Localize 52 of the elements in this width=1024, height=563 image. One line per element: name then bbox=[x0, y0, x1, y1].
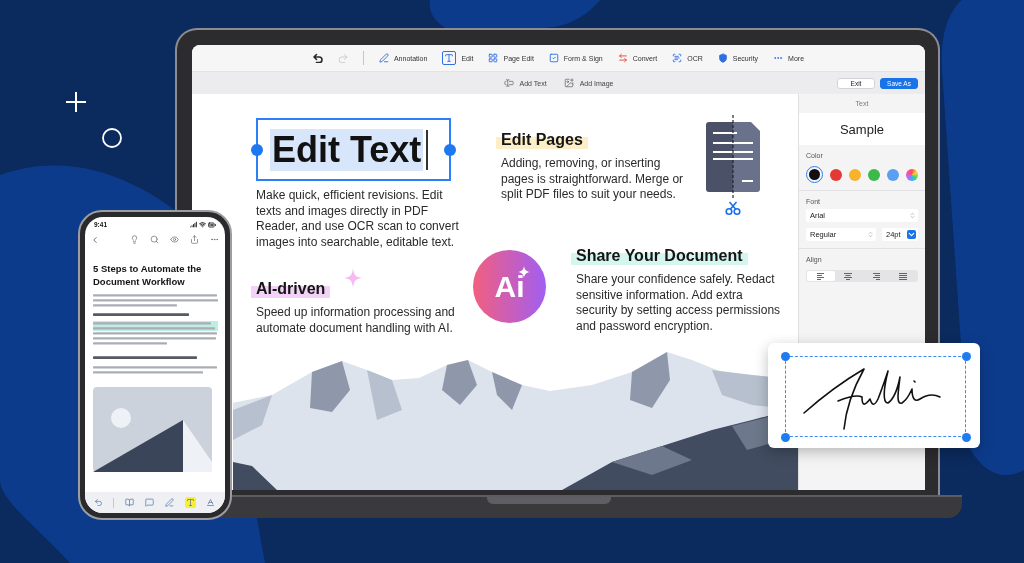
selection-handle[interactable] bbox=[961, 432, 971, 442]
battery-icon bbox=[208, 220, 216, 229]
text-field-icon bbox=[503, 78, 514, 88]
color-swatch-icon[interactable] bbox=[849, 168, 861, 181]
plus-icon bbox=[66, 92, 86, 112]
document-scissors-icon bbox=[706, 115, 760, 216]
feature-description: Adding, removing, or inserting pages is straightforward. Merge or split PDF files to suit your needs. bbox=[501, 156, 685, 204]
align-center-icon bbox=[844, 272, 853, 280]
more-icon[interactable] bbox=[210, 235, 219, 244]
text-box[interactable]: Edit Text bbox=[256, 118, 451, 181]
share-icon[interactable] bbox=[190, 235, 199, 244]
chevrons-icon bbox=[867, 231, 874, 238]
back-icon[interactable] bbox=[90, 234, 100, 245]
selection-handle[interactable] bbox=[780, 351, 790, 361]
wifi-icon bbox=[199, 220, 206, 228]
color-swatch-icon[interactable] bbox=[830, 168, 842, 181]
pen-icon[interactable] bbox=[164, 497, 176, 508]
undo-icon[interactable] bbox=[312, 53, 323, 63]
text-underline-icon[interactable] bbox=[204, 497, 216, 508]
ring-icon bbox=[102, 128, 122, 148]
align-justify-icon bbox=[899, 272, 908, 280]
image-icon bbox=[563, 78, 574, 88]
align-left-icon bbox=[816, 272, 825, 280]
book-icon[interactable] bbox=[123, 497, 135, 508]
eye-icon[interactable] bbox=[170, 235, 179, 244]
chevrons-icon bbox=[909, 212, 916, 219]
article-title: 5 Steps to Automate the Document Workflow bbox=[93, 263, 203, 288]
stepper-icon bbox=[907, 230, 916, 239]
align-option[interactable] bbox=[807, 271, 835, 281]
lightbulb-icon[interactable] bbox=[130, 235, 139, 244]
section-heading: Edit Pages bbox=[496, 130, 588, 150]
ai-badge-label: Ai bbox=[494, 269, 525, 304]
font-preview: Sample bbox=[799, 113, 925, 145]
comment-icon[interactable] bbox=[144, 497, 155, 508]
signal-icon bbox=[190, 220, 197, 228]
selection-frame[interactable] bbox=[785, 356, 966, 437]
color-swatch-icon[interactable] bbox=[887, 168, 899, 181]
text-highlight-icon[interactable] bbox=[184, 497, 196, 508]
section-heading: Share Your Document bbox=[571, 246, 748, 266]
search-icon[interactable] bbox=[150, 235, 159, 244]
color-swatch-icon[interactable] bbox=[868, 168, 880, 181]
selection-handle[interactable] bbox=[780, 432, 790, 442]
selection-handle[interactable] bbox=[444, 143, 456, 156]
selection-handle[interactable] bbox=[251, 143, 263, 156]
color-wheel-icon[interactable] bbox=[906, 168, 918, 181]
feature-description: Make quick, efficient revisions. Edit texts and images directly in PDF Reader, and use OCR scan to convert images into searchable, editable text. bbox=[256, 188, 460, 251]
feature-description: Share your confidence safely. Redact sensitive information. Add extra security by setting access permissions and password encryption. bbox=[576, 272, 782, 335]
selected-text: Edit Text bbox=[270, 128, 424, 171]
selection-handle[interactable] bbox=[961, 351, 971, 361]
feature-description: Speed up information processing and automate document handling with AI. bbox=[256, 304, 456, 337]
text-cursor bbox=[426, 129, 429, 170]
align-right-icon bbox=[871, 272, 880, 280]
